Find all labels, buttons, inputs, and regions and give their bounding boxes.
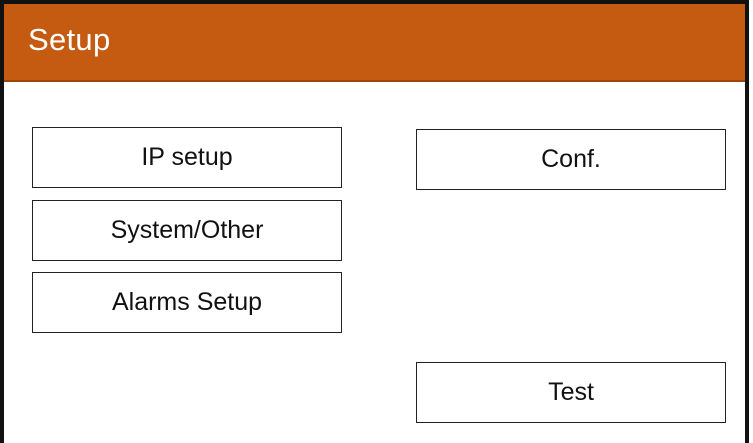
conf-button[interactable]: Conf. [416, 129, 726, 190]
alarms-setup-button[interactable]: Alarms Setup [32, 272, 342, 333]
test-button[interactable]: Test [416, 362, 726, 423]
header-bar: Setup [4, 4, 745, 82]
alarms-setup-button-label: Alarms Setup [111, 288, 263, 316]
ip-setup-button[interactable]: IP setup [32, 127, 342, 188]
conf-button-label: Conf. [541, 145, 601, 173]
setup-panel: Setup IP setup System/Other Alarms Setup… [0, 0, 749, 443]
ip-setup-button-label: IP setup [141, 143, 233, 171]
system-other-button-label: System/Other [110, 216, 264, 244]
system-other-button[interactable]: System/Other [32, 200, 342, 261]
page-title: Setup [28, 22, 111, 57]
test-button-label: Test [548, 378, 594, 406]
